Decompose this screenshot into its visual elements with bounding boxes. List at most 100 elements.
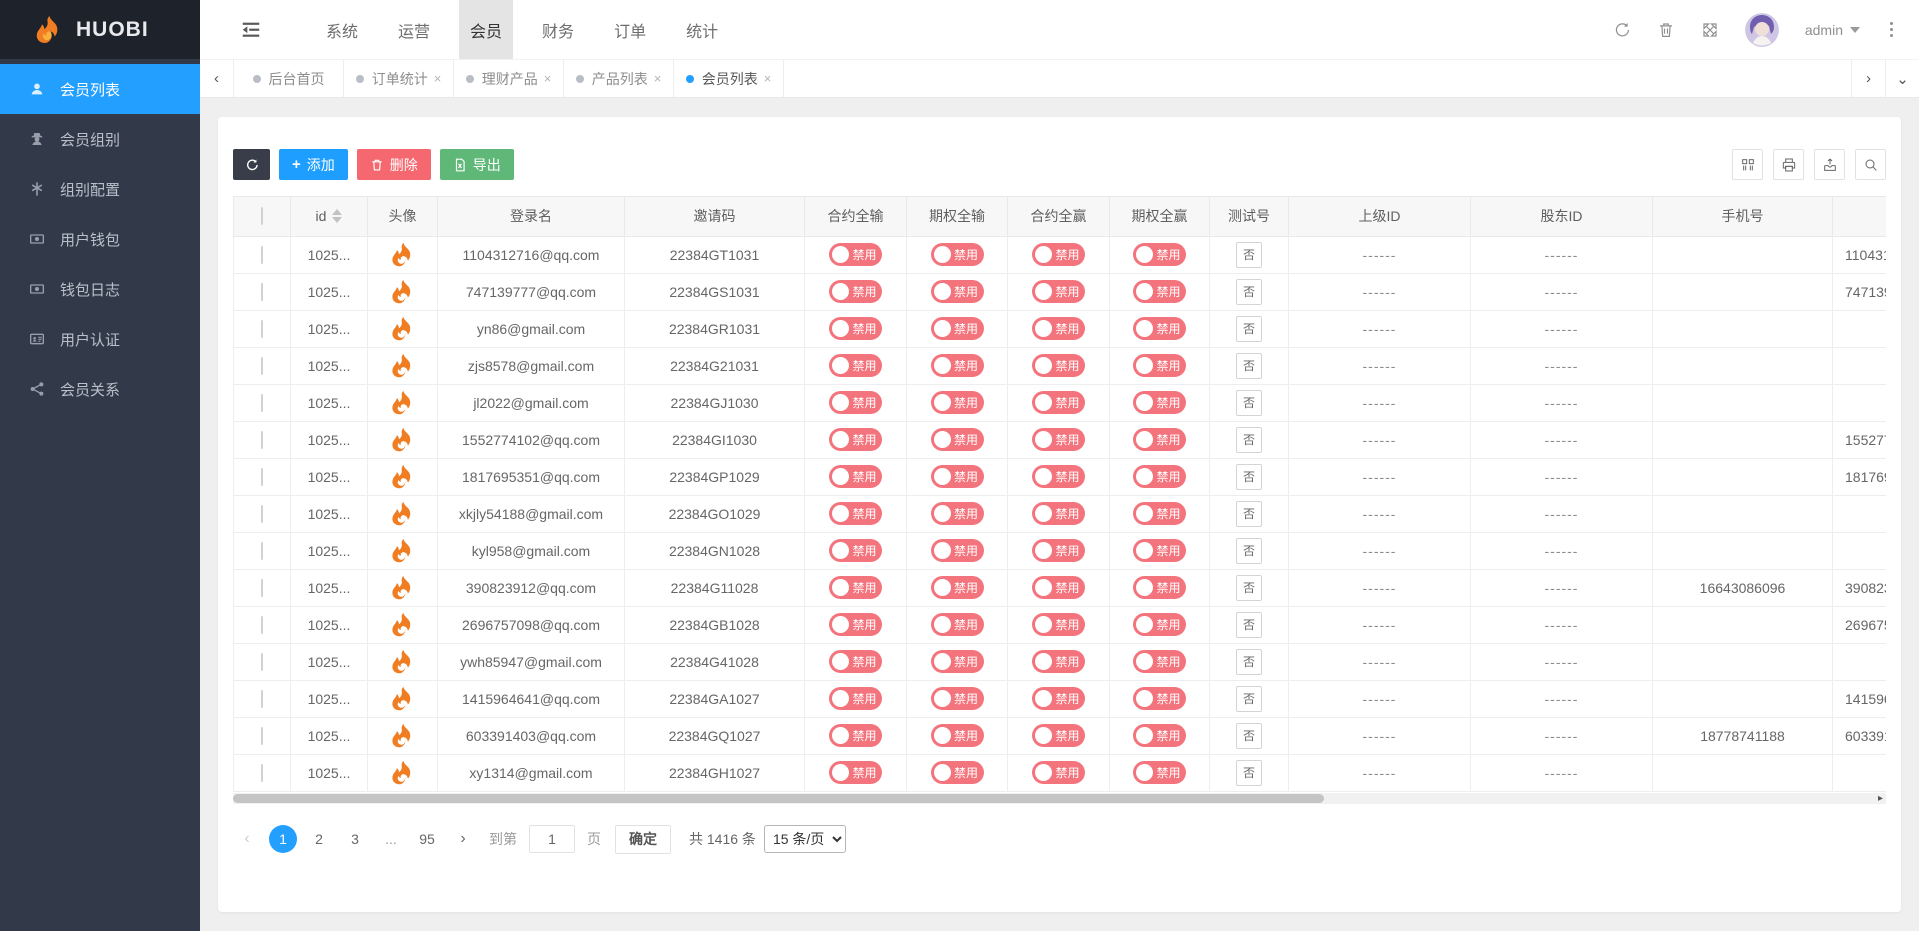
trash-icon[interactable] bbox=[1657, 21, 1675, 39]
toggle-disabled[interactable]: 禁用 bbox=[829, 354, 882, 377]
page-button-3[interactable]: 3 bbox=[341, 825, 369, 853]
toggle-disabled[interactable]: 禁用 bbox=[829, 465, 882, 488]
tabs-scroll-right-icon[interactable]: › bbox=[1851, 60, 1885, 97]
tabs-scroll-left-icon[interactable]: ‹ bbox=[200, 60, 234, 97]
test-account-badge[interactable]: 否 bbox=[1236, 427, 1262, 453]
row-checkbox[interactable] bbox=[261, 468, 263, 486]
toggle-disabled[interactable]: 禁用 bbox=[931, 465, 984, 488]
column-header-0[interactable] bbox=[234, 197, 291, 236]
toggle-disabled[interactable]: 禁用 bbox=[829, 687, 882, 710]
goto-page-input[interactable] bbox=[529, 825, 575, 853]
toggle-disabled[interactable]: 禁用 bbox=[1032, 465, 1085, 488]
toggle-disabled[interactable]: 禁用 bbox=[931, 539, 984, 562]
sidebar-item-member-group[interactable]: 会员组别 bbox=[0, 114, 200, 164]
sidebar-item-group-config[interactable]: 组别配置 bbox=[0, 164, 200, 214]
refresh-button[interactable] bbox=[233, 149, 270, 180]
test-account-badge[interactable]: 否 bbox=[1236, 760, 1262, 786]
toggle-disabled[interactable]: 禁用 bbox=[1133, 465, 1186, 488]
select-all-checkbox[interactable] bbox=[261, 207, 263, 225]
page-button-1[interactable]: 1 bbox=[269, 825, 297, 853]
test-account-badge[interactable]: 否 bbox=[1236, 538, 1262, 564]
toggle-disabled[interactable]: 禁用 bbox=[1032, 650, 1085, 673]
columns-filter-icon[interactable] bbox=[1732, 149, 1763, 180]
prev-page-icon[interactable]: ‹ bbox=[233, 825, 261, 853]
row-checkbox[interactable] bbox=[261, 505, 263, 523]
toggle-disabled[interactable]: 禁用 bbox=[1133, 317, 1186, 340]
toggle-disabled[interactable]: 禁用 bbox=[1032, 391, 1085, 414]
toggle-disabled[interactable]: 禁用 bbox=[829, 428, 882, 451]
toggle-disabled[interactable]: 禁用 bbox=[931, 650, 984, 673]
toggle-disabled[interactable]: 禁用 bbox=[1032, 761, 1085, 784]
fullscreen-icon[interactable] bbox=[1701, 21, 1719, 39]
toggle-disabled[interactable]: 禁用 bbox=[1032, 317, 1085, 340]
scrollbar-thumb[interactable] bbox=[233, 794, 1324, 803]
toggle-disabled[interactable]: 禁用 bbox=[1032, 576, 1085, 599]
toggle-disabled[interactable]: 禁用 bbox=[1032, 502, 1085, 525]
toggle-disabled[interactable]: 禁用 bbox=[829, 391, 882, 414]
top-nav-item-1[interactable]: 运营 bbox=[387, 0, 441, 59]
more-options-icon[interactable] bbox=[1886, 20, 1897, 39]
tabs-menu-icon[interactable]: ⌄ bbox=[1885, 60, 1919, 97]
toggle-disabled[interactable]: 禁用 bbox=[829, 650, 882, 673]
toggle-disabled[interactable]: 禁用 bbox=[931, 280, 984, 303]
row-checkbox[interactable] bbox=[261, 283, 263, 301]
test-account-badge[interactable]: 否 bbox=[1236, 279, 1262, 305]
test-account-badge[interactable]: 否 bbox=[1236, 353, 1262, 379]
row-checkbox[interactable] bbox=[261, 542, 263, 560]
tab-close-icon[interactable]: × bbox=[654, 71, 662, 86]
toggle-disabled[interactable]: 禁用 bbox=[931, 687, 984, 710]
refresh-icon[interactable] bbox=[1613, 21, 1631, 39]
test-account-badge[interactable]: 否 bbox=[1236, 649, 1262, 675]
toggle-disabled[interactable]: 禁用 bbox=[1133, 724, 1186, 747]
toggle-disabled[interactable]: 禁用 bbox=[1133, 354, 1186, 377]
page-button-2[interactable]: 2 bbox=[305, 825, 333, 853]
toggle-disabled[interactable]: 禁用 bbox=[829, 280, 882, 303]
sidebar-item-user-wallet[interactable]: 用户钱包 bbox=[0, 214, 200, 264]
toggle-disabled[interactable]: 禁用 bbox=[931, 613, 984, 636]
add-button[interactable]: + 添加 bbox=[279, 149, 348, 180]
toggle-disabled[interactable]: 禁用 bbox=[931, 428, 984, 451]
row-checkbox[interactable] bbox=[261, 727, 263, 745]
print-icon[interactable] bbox=[1773, 149, 1804, 180]
toggle-disabled[interactable]: 禁用 bbox=[1133, 391, 1186, 414]
horizontal-scrollbar[interactable]: ▸ bbox=[233, 793, 1886, 804]
per-page-select[interactable]: 15 条/页 bbox=[764, 825, 846, 853]
top-nav-item-5[interactable]: 统计 bbox=[675, 0, 729, 59]
toggle-disabled[interactable]: 禁用 bbox=[829, 317, 882, 340]
row-checkbox[interactable] bbox=[261, 357, 263, 375]
sort-icon[interactable] bbox=[332, 209, 342, 223]
next-page-icon[interactable]: › bbox=[449, 825, 477, 853]
toggle-disabled[interactable]: 禁用 bbox=[931, 317, 984, 340]
toggle-disabled[interactable]: 禁用 bbox=[1133, 613, 1186, 636]
toggle-disabled[interactable]: 禁用 bbox=[931, 243, 984, 266]
row-checkbox[interactable] bbox=[261, 394, 263, 412]
row-checkbox[interactable] bbox=[261, 764, 263, 782]
test-account-badge[interactable]: 否 bbox=[1236, 464, 1262, 490]
tab-0[interactable]: 后台首页 bbox=[234, 60, 344, 97]
toggle-disabled[interactable]: 禁用 bbox=[931, 354, 984, 377]
toggle-disabled[interactable]: 禁用 bbox=[1032, 243, 1085, 266]
tab-4[interactable]: 会员列表× bbox=[674, 60, 784, 97]
avatar[interactable] bbox=[1745, 13, 1779, 47]
toggle-disabled[interactable]: 禁用 bbox=[829, 243, 882, 266]
tab-close-icon[interactable]: × bbox=[544, 71, 552, 86]
row-checkbox[interactable] bbox=[261, 653, 263, 671]
test-account-badge[interactable]: 否 bbox=[1236, 242, 1262, 268]
tab-2[interactable]: 理财产品× bbox=[454, 60, 564, 97]
toggle-disabled[interactable]: 禁用 bbox=[931, 576, 984, 599]
export-button[interactable]: 导出 bbox=[440, 149, 514, 180]
top-nav-item-3[interactable]: 财务 bbox=[531, 0, 585, 59]
toggle-disabled[interactable]: 禁用 bbox=[1133, 280, 1186, 303]
top-nav-item-0[interactable]: 系统 bbox=[315, 0, 369, 59]
toggle-disabled[interactable]: 禁用 bbox=[1032, 280, 1085, 303]
toggle-disabled[interactable]: 禁用 bbox=[1032, 354, 1085, 377]
toggle-disabled[interactable]: 禁用 bbox=[1032, 687, 1085, 710]
toggle-disabled[interactable]: 禁用 bbox=[1133, 576, 1186, 599]
toggle-disabled[interactable]: 禁用 bbox=[1032, 539, 1085, 562]
toggle-disabled[interactable]: 禁用 bbox=[1133, 539, 1186, 562]
test-account-badge[interactable]: 否 bbox=[1236, 575, 1262, 601]
sidebar-item-member-relation[interactable]: 会员关系 bbox=[0, 364, 200, 414]
test-account-badge[interactable]: 否 bbox=[1236, 612, 1262, 638]
test-account-badge[interactable]: 否 bbox=[1236, 390, 1262, 416]
toggle-disabled[interactable]: 禁用 bbox=[829, 576, 882, 599]
